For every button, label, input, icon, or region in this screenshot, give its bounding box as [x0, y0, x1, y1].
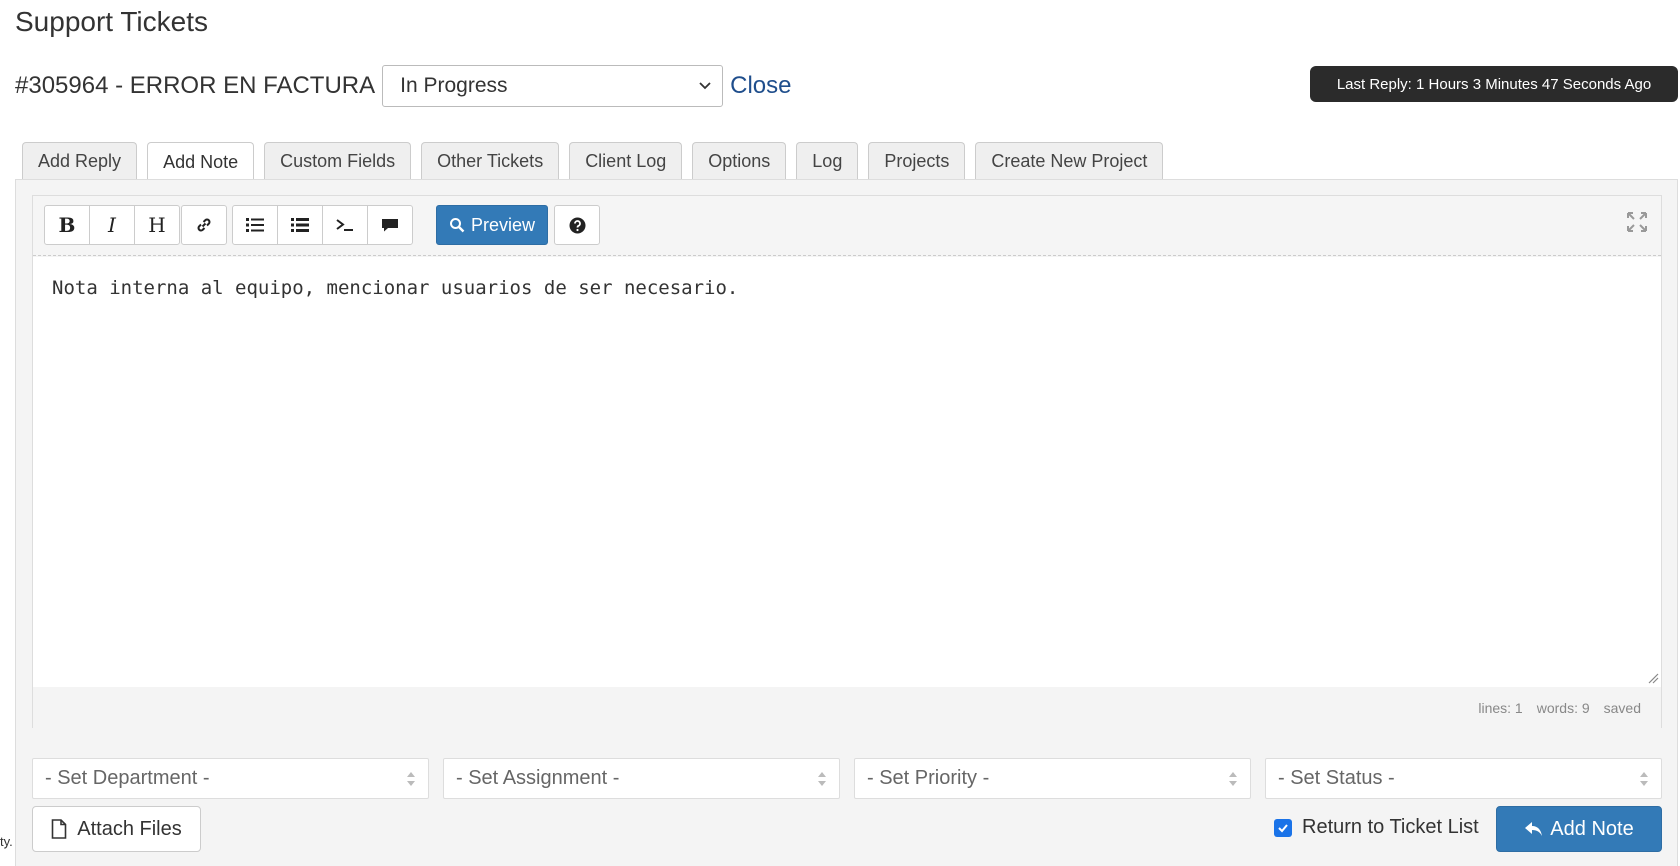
status-select[interactable]: - Set Status - — [1265, 758, 1662, 799]
add-note-label: Add Note — [1550, 817, 1634, 840]
chevron-down-icon — [699, 82, 711, 90]
sort-arrows-icon — [407, 772, 415, 786]
resize-handle-icon[interactable] — [1647, 672, 1659, 684]
line-count: lines: 1 — [1478, 699, 1523, 716]
bold-icon: B — [58, 213, 76, 237]
ticket-number-subject: #305964 - ERROR EN FACTURA — [15, 72, 376, 99]
tab-client-log[interactable]: Client Log — [569, 142, 683, 180]
format-button-group: B I H — [44, 205, 180, 245]
attach-files-button[interactable]: Attach Files — [32, 806, 201, 852]
unordered-list-button[interactable] — [232, 205, 278, 245]
help-button[interactable] — [554, 205, 600, 245]
sort-arrows-icon — [1229, 772, 1237, 786]
last-reply-badge: Last Reply: 1 Hours 3 Minutes 47 Seconds… — [1310, 66, 1678, 102]
tab-log[interactable]: Log — [796, 142, 859, 180]
status-select-value: - Set Status - — [1278, 767, 1395, 789]
priority-select-value: - Set Priority - — [867, 767, 990, 789]
link-icon — [197, 218, 211, 232]
terminal-icon — [336, 219, 353, 231]
tab-custom-fields[interactable]: Custom Fields — [264, 142, 412, 180]
tab-create-new-project[interactable]: Create New Project — [975, 142, 1164, 180]
editor-statusbar: lines: 1 words: 9 saved — [33, 687, 1661, 728]
ticket-header: #305964 - ERROR EN FACTURA In Progress C… — [15, 65, 791, 107]
sort-arrows-icon — [1640, 772, 1648, 786]
preview-label: Preview — [470, 214, 536, 235]
word-count: words: 9 — [1536, 699, 1590, 716]
return-to-list-label: Return to Ticket List — [1302, 816, 1479, 838]
reply-icon — [1525, 822, 1543, 836]
ticket-property-selects: - Set Department - - Set Assignment - - … — [32, 758, 1662, 799]
return-to-list-option: Return to Ticket List — [1274, 816, 1479, 839]
markdown-editor: B I H Preview Nota interna al equipo, me… — [32, 195, 1662, 728]
ticket-tabs: Add Reply Add Note Custom Fields Other T… — [22, 142, 1164, 181]
add-note-button[interactable]: Add Note — [1496, 806, 1662, 852]
preview-button[interactable]: Preview — [436, 205, 548, 245]
sort-arrows-icon — [818, 772, 826, 786]
cutoff-text: ty. — [0, 834, 13, 849]
return-to-list-checkbox[interactable] — [1274, 818, 1292, 837]
bold-button[interactable]: B — [44, 205, 90, 245]
heading-button[interactable]: H — [134, 205, 180, 245]
list-ul-icon — [246, 218, 264, 232]
file-icon — [51, 819, 67, 839]
ordered-list-button[interactable] — [277, 205, 323, 245]
code-button[interactable] — [322, 205, 368, 245]
check-icon — [1278, 823, 1288, 832]
search-icon — [449, 218, 465, 233]
tab-other-tickets[interactable]: Other Tickets — [421, 142, 560, 180]
editor-toolbar: B I H Preview — [33, 196, 1661, 256]
add-note-panel: B I H Preview Nota interna al equipo, me… — [15, 179, 1678, 866]
save-status: saved — [1603, 699, 1641, 716]
department-select-value: - Set Department - — [45, 767, 210, 789]
tab-options[interactable]: Options — [692, 142, 787, 180]
heading-icon: H — [148, 213, 166, 237]
department-select[interactable]: - Set Department - — [32, 758, 429, 799]
ticket-status-value: In Progress — [400, 74, 508, 97]
question-circle-icon — [569, 217, 585, 233]
tab-add-note[interactable]: Add Note — [147, 142, 255, 181]
link-button[interactable] — [181, 205, 227, 245]
comment-icon — [382, 219, 398, 232]
quote-button[interactable] — [367, 205, 413, 245]
note-textarea[interactable]: Nota interna al equipo, mencionar usuari… — [33, 257, 1661, 687]
link-button-group — [181, 205, 227, 245]
close-ticket-link[interactable]: Close — [730, 72, 791, 100]
assignment-select-value: - Set Assignment - — [456, 767, 620, 789]
fullscreen-icon[interactable] — [1625, 210, 1649, 234]
list-ol-icon — [291, 218, 309, 232]
assignment-select[interactable]: - Set Assignment - — [443, 758, 840, 799]
italic-button[interactable]: I — [89, 205, 135, 245]
attach-files-label: Attach Files — [77, 817, 182, 840]
ticket-status-select[interactable]: In Progress — [382, 65, 724, 107]
page-title: Support Tickets — [15, 6, 208, 37]
priority-select[interactable]: - Set Priority - — [854, 758, 1251, 799]
list-button-group — [232, 205, 413, 245]
italic-icon: I — [108, 213, 116, 237]
tab-projects[interactable]: Projects — [868, 142, 966, 180]
tab-add-reply[interactable]: Add Reply — [22, 142, 138, 180]
